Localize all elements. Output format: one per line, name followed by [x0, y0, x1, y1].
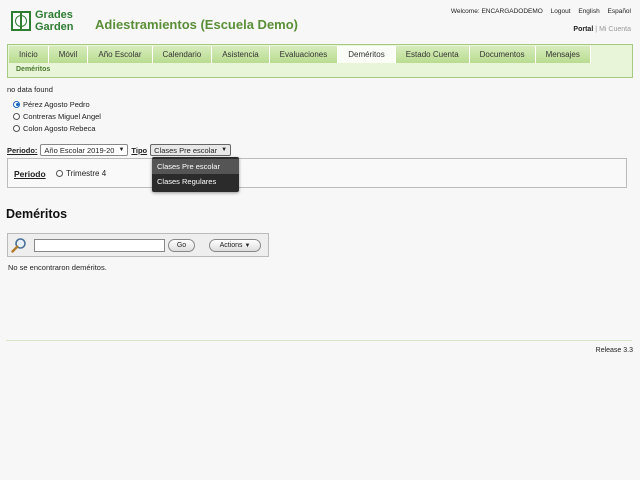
filter-row: Periodo: Año Escolar 2019-20 ▼ Tipo Clas… — [7, 143, 232, 157]
portal-separator: | — [595, 26, 598, 33]
periodo-label: Periodo: — [7, 145, 38, 155]
welcome-text: Welcome: ENCARGADODEMO — [450, 8, 543, 15]
radio-button[interactable] — [13, 124, 20, 132]
tab-mensajes[interactable]: Mensajes — [535, 46, 591, 63]
tab-estado-cuenta[interactable]: Estado Cuenta — [395, 46, 470, 63]
tipo-label: Tipo — [131, 145, 148, 155]
no-data-message: no data found — [7, 85, 53, 94]
english-link[interactable]: English — [578, 8, 599, 15]
periodo-select[interactable]: Año Escolar 2019-20 ▼ — [40, 144, 129, 156]
footer-divider — [6, 340, 632, 341]
actions-label: Actions — [219, 242, 243, 249]
chevron-down-icon: ▼ — [244, 243, 251, 249]
tab-asistencia[interactable]: Asistencia — [212, 46, 270, 63]
subnav-demeritos[interactable]: Deméritos — [16, 66, 50, 73]
main-nav: Inicio Móvil Año Escolar Calendario Asis… — [7, 44, 633, 78]
portal-links: Portal | Mi Cuenta — [573, 26, 631, 33]
student-name: Colon Agosto Rebeca — [23, 123, 96, 133]
demeritos-heading: Deméritos — [6, 207, 68, 221]
student-radio-group: Pérez Agosto Pedro Contreras Miguel Ange… — [13, 98, 101, 134]
espanol-link[interactable]: Español — [608, 8, 632, 15]
tab-ano-escolar[interactable]: Año Escolar — [88, 46, 153, 63]
logo-text-line1: Grades — [35, 9, 73, 21]
student-name: Contreras Miguel Angel — [23, 111, 101, 121]
tipo-select[interactable]: Clases Pre escolar ▼ — [150, 144, 232, 156]
tab-inicio[interactable]: Inicio — [9, 46, 49, 63]
period-box-label: Periodo — [14, 169, 46, 179]
radio-button[interactable] — [13, 112, 20, 120]
logout-link[interactable]: Logout — [551, 8, 571, 15]
student-name: Pérez Agosto Pedro — [23, 99, 90, 109]
tab-documentos[interactable]: Documentos — [469, 46, 536, 63]
tab-calendario[interactable]: Calendario — [152, 46, 213, 63]
actions-button[interactable]: Actions ▼ — [209, 239, 261, 252]
radio-button[interactable] — [56, 170, 63, 177]
globe-icon — [11, 11, 31, 31]
trimestre-label: Trimestre 4 — [66, 169, 107, 178]
tab-demeritos[interactable]: Deméritos — [338, 46, 396, 63]
go-button[interactable]: Go — [168, 239, 195, 252]
radio-button-selected[interactable] — [13, 100, 20, 108]
nav-tabs: Inicio Móvil Año Escolar Calendario Asis… — [9, 46, 591, 63]
tab-movil[interactable]: Móvil — [48, 46, 89, 63]
student-option[interactable]: Pérez Agosto Pedro — [13, 98, 101, 110]
tab-evaluaciones[interactable]: Evaluaciones — [269, 46, 339, 63]
tipo-dropdown-menu: Clases Pre escolar Clases Regulares — [152, 157, 239, 192]
student-option[interactable]: Colon Agosto Rebeca — [13, 122, 101, 134]
search-input[interactable] — [34, 239, 165, 252]
app-title: Adiestramientos (Escuela Demo) — [95, 17, 299, 32]
chevron-down-icon: ▼ — [221, 146, 228, 153]
top-links: Welcome: ENCARGADODEMO Logout English Es… — [451, 8, 631, 15]
tipo-option-regulares[interactable]: Clases Regulares — [152, 174, 239, 189]
chevron-down-icon: ▼ — [118, 146, 125, 153]
periodo-value: Año Escolar 2019-20 — [44, 145, 115, 155]
student-option[interactable]: Contreras Miguel Angel — [13, 110, 101, 122]
period-box: Periodo Trimestre 4 — [7, 158, 627, 188]
portal-link[interactable]: Portal — [573, 26, 593, 33]
no-results-message: No se encontraron deméritos. — [8, 263, 107, 272]
search-toolbar: Go Actions ▼ — [7, 233, 269, 257]
trimestre-option[interactable]: Trimestre 4 — [56, 169, 106, 178]
search-icon[interactable] — [11, 237, 27, 253]
release-version: Release 3.3 — [595, 347, 633, 354]
grades-garden-logo[interactable]: Grades Garden — [11, 10, 85, 34]
tipo-value: Clases Pre escolar — [154, 145, 218, 155]
mi-cuenta-link[interactable]: Mi Cuenta — [599, 26, 631, 33]
tipo-option-preescolar[interactable]: Clases Pre escolar — [152, 159, 239, 174]
logo-text-line2: Garden — [35, 21, 74, 33]
